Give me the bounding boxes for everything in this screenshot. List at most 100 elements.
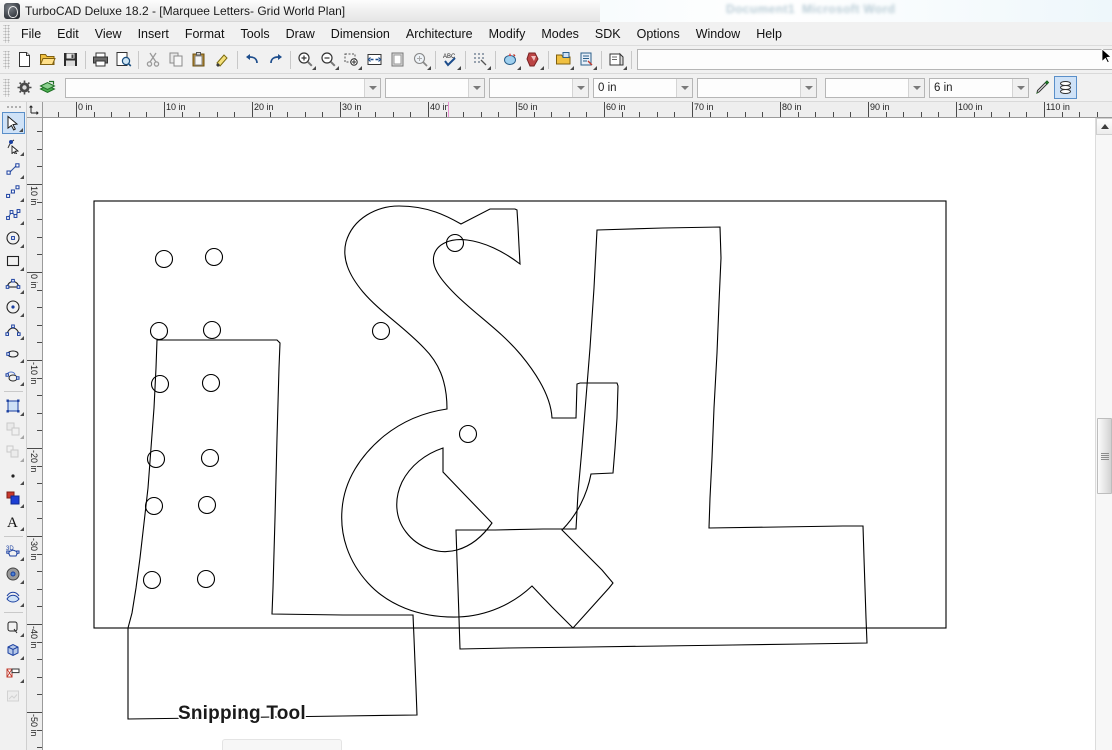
dimension-3d-tool[interactable]: 3D [2, 540, 25, 562]
surface-tool[interactable] [2, 586, 25, 608]
point-tool[interactable] [2, 135, 25, 157]
menu-architecture[interactable]: Architecture [398, 24, 481, 44]
menu-edit[interactable]: Edit [49, 24, 87, 44]
zoom-in-icon[interactable] [294, 48, 317, 71]
array-tool[interactable] [2, 441, 25, 463]
open-file-icon[interactable] [36, 48, 59, 71]
menubar-grip[interactable] [3, 24, 10, 43]
menu-modes[interactable]: Modes [533, 24, 587, 44]
layers-icon[interactable] [36, 76, 59, 99]
ruler-major-tick [604, 102, 605, 117]
menu-dimension[interactable]: Dimension [323, 24, 398, 44]
scrollbar-thumb[interactable] [1097, 418, 1112, 494]
node-edit-tool[interactable] [2, 464, 25, 486]
render-icon[interactable] [499, 48, 522, 71]
pan-icon[interactable] [409, 48, 432, 71]
hatch-style-combo[interactable] [697, 77, 817, 98]
standard-toolbar-grip[interactable] [3, 50, 10, 69]
menu-view[interactable]: View [87, 24, 130, 44]
polygon-tool[interactable] [2, 365, 25, 387]
ellipse-tool[interactable] [2, 296, 25, 318]
chevron-down-icon[interactable] [468, 78, 484, 97]
redo-icon[interactable] [264, 48, 287, 71]
snapshot-icon[interactable] [605, 48, 628, 71]
chevron-down-icon[interactable] [908, 78, 924, 97]
snap-grid-icon[interactable] [469, 48, 492, 71]
ruler-minor-tick [498, 112, 500, 117]
paste-icon[interactable] [188, 48, 211, 71]
paint-tool[interactable] [2, 487, 25, 509]
polyline-tool[interactable] [2, 204, 25, 226]
line-style-combo[interactable] [385, 77, 485, 98]
menu-modify[interactable]: Modify [481, 24, 534, 44]
copy-entity-tool[interactable] [2, 418, 25, 440]
menu-help[interactable]: Help [748, 24, 790, 44]
ruler-minor-tick [885, 112, 887, 117]
format-painter-icon[interactable] [211, 48, 234, 71]
zoom-extents-icon[interactable] [363, 48, 386, 71]
ruler-minor-tick [37, 395, 42, 397]
undo-icon[interactable] [241, 48, 264, 71]
zoom-out-icon[interactable] [317, 48, 340, 71]
chevron-down-icon[interactable] [572, 78, 588, 97]
new-file-icon[interactable] [13, 48, 36, 71]
chevron-down-icon[interactable] [1012, 78, 1028, 97]
zoom-page-icon[interactable] [386, 48, 409, 71]
solid-tool[interactable] [2, 639, 25, 661]
scroll-up-arrow[interactable] [1096, 118, 1112, 135]
cut-icon[interactable] [142, 48, 165, 71]
chevron-down-icon[interactable] [676, 78, 692, 97]
menu-sdk[interactable]: SDK [587, 24, 629, 44]
material-icon[interactable] [522, 48, 545, 71]
menu-file[interactable]: File [13, 24, 49, 44]
print-preview-icon[interactable] [112, 48, 135, 71]
ruler-origin-icon[interactable] [27, 102, 43, 118]
tool-palette-grip[interactable] [5, 104, 21, 110]
letter-L-left-outline [127, 339, 418, 720]
copy-icon[interactable] [165, 48, 188, 71]
table-tool[interactable] [2, 662, 25, 684]
image-tool[interactable] [2, 685, 25, 707]
double-line-tool[interactable] [2, 181, 25, 203]
rectangle-tool[interactable] [2, 250, 25, 272]
menu-tools[interactable]: Tools [232, 24, 277, 44]
menu-insert[interactable]: Insert [130, 24, 177, 44]
drawing-canvas[interactable] [43, 118, 1095, 750]
print-icon[interactable] [89, 48, 112, 71]
menu-format[interactable]: Format [177, 24, 233, 44]
line-color-combo[interactable] [489, 77, 589, 98]
select-tool[interactable] [1, 112, 25, 134]
chevron-down-icon[interactable] [364, 78, 380, 97]
menu-draw[interactable]: Draw [278, 24, 323, 44]
open-selector-icon[interactable] [552, 48, 575, 71]
command-combo[interactable] [637, 49, 1112, 70]
properties-toolbar-grip[interactable] [3, 78, 10, 97]
settings-gear-icon[interactable] [13, 76, 36, 99]
horizontal-ruler[interactable]: 0 in 10 in 20 in 30 in 40 in 50 in 60 in 70 in 8… [43, 102, 1112, 118]
spell-check-icon[interactable]: ABC [439, 48, 462, 71]
sphere-tool[interactable] [2, 563, 25, 585]
arc-tool[interactable] [2, 273, 25, 295]
pen-icon[interactable] [1031, 76, 1054, 99]
stack-icon[interactable] [1054, 76, 1077, 99]
ruler-major-tick [27, 360, 42, 361]
text-height-combo[interactable]: 6 in [929, 77, 1029, 98]
hatch-color-combo[interactable] [825, 77, 925, 98]
save-file-icon[interactable] [59, 48, 82, 71]
line-width-combo[interactable]: 0 in [593, 77, 693, 98]
layer-combo[interactable] [65, 77, 381, 98]
menu-window[interactable]: Window [688, 24, 748, 44]
chevron-down-icon[interactable] [800, 78, 816, 97]
line-tool[interactable] [2, 158, 25, 180]
curve-tool[interactable] [2, 342, 25, 364]
text-tool[interactable]: A [2, 510, 25, 532]
circle-tool[interactable] [2, 227, 25, 249]
dimension-tool[interactable] [2, 616, 25, 638]
spline-tool[interactable] [2, 319, 25, 341]
vertical-scrollbar[interactable] [1095, 118, 1112, 750]
vertical-ruler[interactable]: 10 in 0 in -10 in -20 in -30 in -40 in -50 in [27, 118, 43, 750]
zoom-window-icon[interactable] [340, 48, 363, 71]
menu-options[interactable]: Options [629, 24, 688, 44]
properties-icon[interactable] [575, 48, 598, 71]
modify-tool[interactable] [2, 395, 25, 417]
